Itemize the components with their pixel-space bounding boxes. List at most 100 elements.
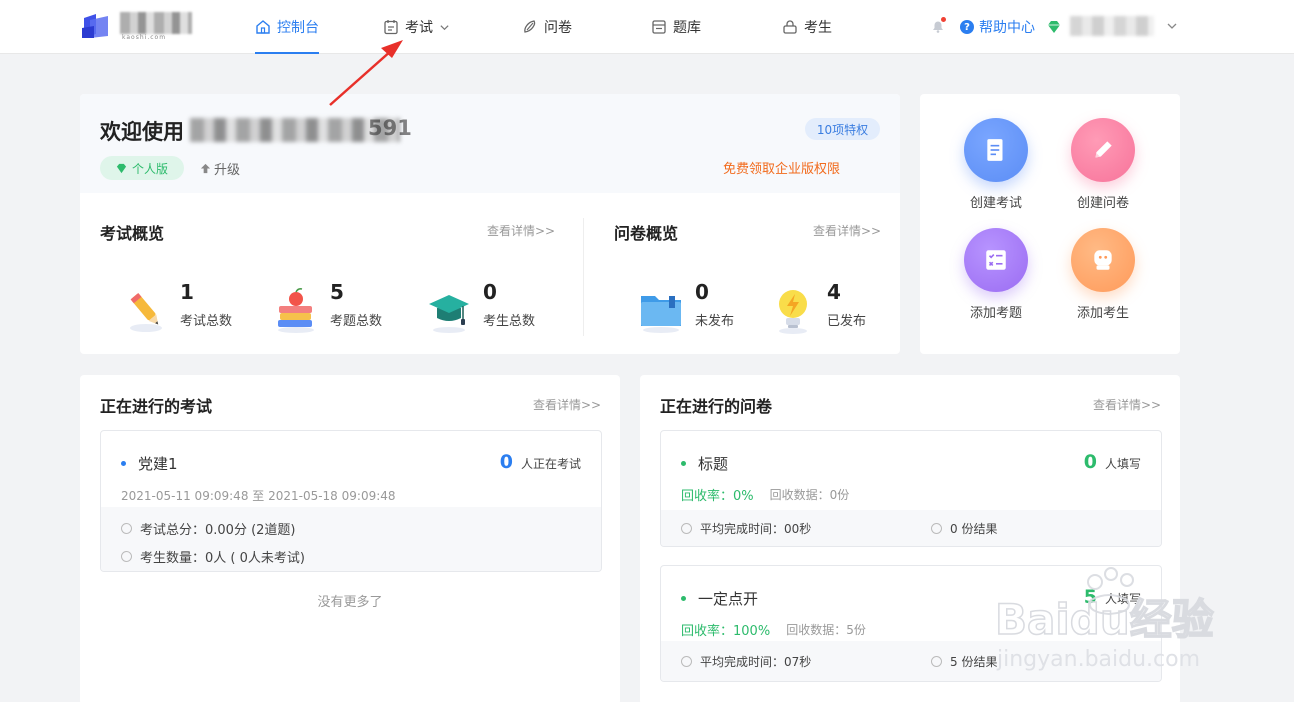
nav-tab-label: 考生 — [804, 20, 832, 36]
plan-label: 个人版 — [131, 161, 168, 176]
create-exam-circle — [964, 118, 1028, 182]
stat-value: 4 — [827, 280, 841, 304]
account-name-tail: 591 — [368, 116, 412, 140]
upgrade-button[interactable]: 升级 — [200, 156, 240, 180]
survey-name: 一定点开 — [698, 590, 759, 608]
question-bank-icon — [652, 20, 666, 34]
survey-rate-row: 回收率：0% 回收数据：0份 — [681, 485, 849, 504]
help-icon: ? — [960, 20, 974, 34]
logo-wordmark — [120, 12, 192, 34]
survey-item[interactable]: 标题 0 人填写 回收率：0% 回收数据：0份 平均完成时间：00秒 0 份结果 — [660, 430, 1162, 547]
exam-candidates-text: 考生数量：0人 ( 0人未考试) — [140, 551, 305, 566]
ongoing-exams-panel: 正在进行的考试 查看详情>> 党建1 0 人正在考试 2021-05-11 09… — [80, 375, 620, 702]
gem-icon — [116, 163, 127, 173]
exam-item-footer: 考试总分：0.00分 (2道题) 考生数量：0人 ( 0人未考试) — [101, 507, 601, 571]
ongoing-exams-title: 正在进行的考试 — [100, 397, 213, 416]
nav-tab-candidates[interactable]: 考生 — [782, 0, 832, 54]
survey-item-title: 标题 — [681, 453, 728, 474]
survey-icon — [524, 20, 536, 33]
help-center-label: 帮助中心 — [979, 20, 1035, 36]
nav-tab-dashboard[interactable]: 控制台 — [255, 0, 319, 54]
ongoing-surveys-panel: 正在进行的问卷 查看详情>> 标题 0 人填写 回收率：0% 回收数据：0份 平… — [640, 375, 1180, 702]
results-text: 5 份结果 — [950, 655, 998, 669]
stat-label: 考试总数 — [180, 314, 233, 329]
quick-actions-card: 创建考试 创建问卷 添加考题 添加考生 — [920, 94, 1180, 354]
quick-action-label: 添加考生 — [1076, 306, 1129, 321]
ongoing-exams-more-link[interactable]: 查看详情>> — [533, 396, 601, 413]
perks-badge[interactable]: 10项特权 — [805, 118, 880, 140]
exam-item[interactable]: 党建1 0 人正在考试 2021-05-11 09:09:48 至 2021-0… — [100, 430, 602, 572]
exam-time-range: 2021-05-11 09:09:48 至 2021-05-18 09:09:4… — [121, 489, 396, 503]
nav-tab-exam[interactable]: 考试 — [383, 0, 450, 54]
recovery-data: 回收数据：0份 — [769, 488, 850, 502]
exam-name: 党建1 — [138, 455, 178, 473]
stat-label: 已发布 — [827, 314, 867, 329]
edit-pencil-icon — [1095, 141, 1112, 158]
notification-dot — [941, 17, 946, 22]
ongoing-surveys-more-link[interactable]: 查看详情>> — [1093, 396, 1161, 413]
stat-value: 0 — [483, 280, 497, 304]
avg-time-row: 平均完成时间：00秒 — [681, 520, 811, 537]
quick-action-label: 创建问卷 — [1076, 196, 1129, 211]
ongoing-surveys-title: 正在进行的问卷 — [660, 397, 773, 416]
exam-score-text: 考试总分：0.00分 (2道题) — [140, 523, 296, 538]
rate-value: 0% — [733, 489, 754, 504]
welcome-header: 欢迎使用 591 个人版 升级 10项特权 免费领取企业版权限 — [80, 94, 900, 193]
status-dot — [121, 461, 126, 466]
check-circle-icon — [121, 523, 132, 534]
welcome-title: 欢迎使用 — [100, 120, 184, 144]
add-candidate-button[interactable]: 添加考生 — [1058, 228, 1148, 328]
exam-overview-title: 考试概览 — [100, 224, 165, 243]
add-question-button[interactable]: 添加考题 — [951, 228, 1041, 328]
logo-icon — [82, 14, 108, 38]
create-exam-button[interactable]: 创建考试 — [951, 118, 1041, 218]
survey-item-footer: 平均完成时间：07秒 5 份结果 — [661, 641, 1161, 681]
nav-tab-survey[interactable]: 问卷 — [522, 0, 572, 54]
nav-tab-label: 题库 — [673, 20, 701, 36]
create-survey-circle — [1071, 118, 1135, 182]
quick-action-label: 添加考题 — [969, 306, 1022, 321]
books-apple-icon — [278, 288, 314, 333]
survey-item[interactable]: 一定点开 5 人填写 回收率：100% 回收数据：5份 平均完成时间：07秒 5… — [660, 565, 1162, 682]
nav-tab-question-bank[interactable]: 题库 — [651, 0, 701, 54]
exam-overview-more-link[interactable]: 查看详情>> — [487, 222, 555, 239]
rate-value: 100% — [733, 624, 771, 639]
pencil-icon — [130, 292, 162, 332]
status-dot — [681, 461, 686, 466]
free-enterprise-link[interactable]: 免费领取企业版权限 — [723, 158, 840, 177]
survey-item-footer: 平均完成时间：00秒 0 份结果 — [661, 510, 1161, 546]
create-survey-button[interactable]: 创建问卷 — [1058, 118, 1148, 218]
candidate-icon — [783, 20, 797, 34]
clock-icon — [681, 656, 692, 667]
results-row: 5 份结果 — [931, 653, 997, 670]
help-center-link[interactable]: ? 帮助中心 — [960, 0, 1035, 54]
quick-action-label: 创建考试 — [969, 196, 1022, 211]
document-icon — [987, 139, 1003, 161]
avg-time-text: 平均完成时间：00秒 — [700, 522, 812, 536]
exam-icon — [384, 20, 398, 35]
exam-item-title: 党建1 — [121, 453, 178, 474]
recovery-rate: 回收率：0% — [681, 485, 754, 504]
chevron-down-icon[interactable] — [1166, 20, 1178, 32]
graduation-cap-icon — [429, 295, 469, 333]
survey-overview-more-link[interactable]: 查看详情>> — [813, 222, 881, 239]
stat-value: 1 — [180, 280, 194, 304]
upgrade-label: 升级 — [214, 162, 241, 178]
notification-bell[interactable] — [930, 17, 946, 34]
exam-score-row: 考试总分：0.00分 (2道题) — [121, 519, 296, 538]
recovery-rate: 回收率：100% — [681, 620, 770, 639]
user-circle-icon — [121, 551, 132, 562]
active-count-value: 0 — [499, 451, 513, 473]
no-more-text: 没有更多了 — [317, 595, 383, 610]
exam-candidates-row: 考生数量：0人 ( 0人未考试) — [121, 547, 305, 566]
status-dot — [681, 596, 686, 601]
user-account-name[interactable] — [1070, 16, 1154, 36]
fill-count-suffix: 人填写 — [1104, 457, 1141, 471]
result-icon — [931, 523, 942, 534]
nav-tab-label: 控制台 — [277, 20, 319, 36]
survey-name: 标题 — [698, 455, 729, 473]
lightbulb-icon — [779, 290, 807, 334]
app-logo[interactable]: kaoshi.com — [82, 12, 194, 42]
fill-count-value: 5 — [1083, 586, 1097, 608]
exam-active-count: 0 人正在考试 — [500, 451, 581, 473]
